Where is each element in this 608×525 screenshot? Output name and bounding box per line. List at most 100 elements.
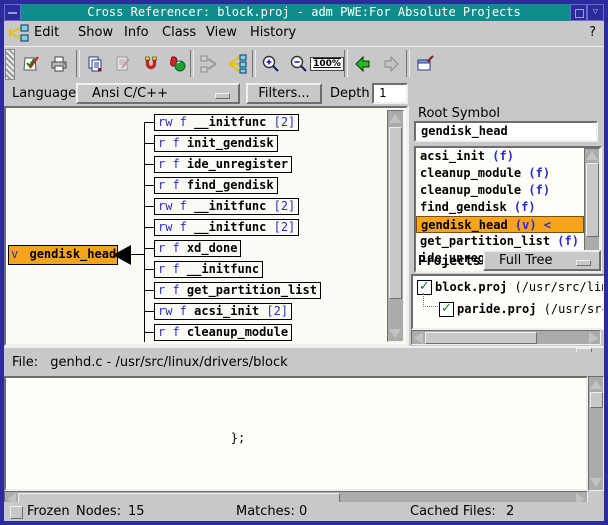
scroll-thumb[interactable] bbox=[590, 392, 603, 408]
scroll-up-icon[interactable] bbox=[590, 380, 602, 389]
scroll-right-icon[interactable] bbox=[589, 332, 598, 344]
history-back-button[interactable] bbox=[350, 51, 376, 77]
menu-help[interactable]: ? bbox=[589, 25, 596, 40]
expand-graph-button[interactable] bbox=[224, 51, 250, 77]
collapse-graph-button[interactable] bbox=[196, 51, 222, 77]
toolbar-separator bbox=[406, 50, 410, 77]
graph-edge bbox=[144, 311, 154, 312]
print-button[interactable] bbox=[46, 51, 72, 77]
graph-node[interactable]: r f init_gendisk bbox=[154, 135, 278, 152]
zoom-100-button[interactable]: 100% bbox=[314, 51, 340, 77]
edit-document-icon bbox=[113, 54, 133, 74]
root-symbol-field[interactable]: gendisk_head bbox=[414, 121, 598, 142]
menu-info[interactable]: Info bbox=[124, 25, 149, 40]
scroll-thumb[interactable] bbox=[586, 163, 599, 237]
graph-node[interactable]: r f find_gendisk bbox=[154, 177, 278, 194]
shade-icon: ▽ bbox=[588, 6, 603, 19]
history-forward-button[interactable] bbox=[378, 51, 404, 77]
filters-button[interactable]: Filters... bbox=[246, 83, 322, 104]
scroll-left-icon[interactable] bbox=[414, 332, 423, 344]
cached-files-value: 2 bbox=[506, 504, 514, 519]
toolbar-separator bbox=[76, 50, 80, 77]
scroll-up-icon[interactable] bbox=[389, 114, 401, 123]
project-item[interactable]: paride.proj (/usr/src bbox=[457, 302, 605, 316]
scroll-thumb[interactable] bbox=[425, 332, 537, 344]
edit-document-button[interactable] bbox=[110, 51, 136, 77]
maximize-button[interactable] bbox=[570, 4, 587, 21]
toolbar-grip[interactable] bbox=[5, 49, 15, 80]
scroll-up-icon[interactable] bbox=[586, 151, 598, 160]
symbol-list-item[interactable]: acsi_init (f) bbox=[416, 148, 584, 165]
graph-vscrollbar[interactable] bbox=[387, 110, 404, 342]
projects-mode-value: Full Tree bbox=[499, 253, 552, 268]
symbol-list-item[interactable]: cleanup_module (f) bbox=[416, 182, 584, 199]
properties-button[interactable] bbox=[412, 51, 438, 77]
symbol-list-item-selected[interactable]: gendisk_head (v) < bbox=[416, 216, 584, 233]
projects-tree: ✓ block.proj (/usr/src/lin ✓ paride.proj… bbox=[411, 274, 605, 330]
zoom-in-icon bbox=[261, 54, 281, 74]
title-bar[interactable]: Cross Referencer: block.proj - adm PWE:F… bbox=[4, 4, 604, 21]
copy-button[interactable] bbox=[82, 51, 108, 77]
menu-show[interactable]: Show bbox=[78, 25, 113, 40]
root-symbol-label: Root Symbol bbox=[418, 106, 500, 121]
frozen-checkbox[interactable] bbox=[10, 506, 23, 519]
code-view-border: }; struct gendisk *gendisk_head = NULL; … bbox=[4, 376, 588, 491]
scroll-down-icon[interactable] bbox=[590, 478, 602, 487]
graph-edge bbox=[144, 143, 154, 144]
graph-node[interactable]: r f __initfunc bbox=[154, 261, 263, 278]
graph-edge bbox=[144, 122, 145, 342]
project-item[interactable]: block.proj (/usr/src/lin bbox=[435, 280, 605, 294]
graph-edge bbox=[144, 290, 154, 291]
graph-node[interactable]: rw f __initfunc [2] bbox=[154, 114, 299, 131]
symbol-list-item[interactable]: cleanup_module (f) bbox=[416, 165, 584, 182]
zoom-in-button[interactable] bbox=[258, 51, 284, 77]
annotate-button[interactable] bbox=[18, 51, 44, 77]
scroll-thumb[interactable] bbox=[389, 127, 402, 299]
projects-mode-dropdown[interactable]: Full Tree bbox=[483, 250, 601, 271]
shade-button[interactable]: ▽ bbox=[587, 4, 604, 21]
window-menu-button[interactable] bbox=[4, 4, 21, 21]
magnet-button[interactable] bbox=[138, 51, 164, 77]
options-row: Language Ansi C/C++ Filters... Depth 1 bbox=[4, 80, 604, 106]
graph-edge bbox=[144, 206, 154, 207]
zoom-out-icon bbox=[289, 54, 309, 74]
graph-edge bbox=[144, 227, 154, 228]
projects-hscrollbar[interactable] bbox=[411, 330, 601, 345]
language-dropdown[interactable]: Ansi C/C++ bbox=[76, 83, 240, 104]
annotate-icon bbox=[21, 54, 41, 74]
menu-history[interactable]: History bbox=[250, 25, 296, 40]
graph-canvas[interactable]: rw f __initfunc [2] r f init_gendisk r f… bbox=[8, 110, 387, 342]
status-bar: Frozen Nodes: 15 Matches: 0 Cached Files… bbox=[4, 502, 604, 521]
zoom-out-button[interactable] bbox=[286, 51, 312, 77]
reference-graph-pane: rw f __initfunc [2] r f init_gendisk r f… bbox=[4, 106, 408, 346]
scroll-down-icon[interactable] bbox=[389, 329, 401, 338]
menu-class[interactable]: Class bbox=[162, 25, 196, 40]
code-view[interactable]: }; struct gendisk *gendisk_head = NULL; … bbox=[6, 378, 586, 489]
graph-node[interactable]: r f xd_done bbox=[154, 240, 241, 257]
project-checkbox-checked[interactable]: ✓ bbox=[439, 302, 454, 317]
graph-edge-root bbox=[130, 254, 144, 255]
depth-field[interactable]: 1 bbox=[372, 83, 408, 104]
graph-node[interactable]: rw f __initfunc [2] bbox=[154, 219, 299, 236]
graph-edge bbox=[144, 248, 154, 249]
symbol-list-item[interactable]: get_partition_list (f) bbox=[416, 233, 584, 250]
menu-view[interactable]: View bbox=[206, 25, 237, 40]
graph-node[interactable]: rw f acsi_init [2] bbox=[154, 303, 292, 320]
printer-icon bbox=[49, 54, 69, 74]
code-vscrollbar[interactable] bbox=[588, 376, 604, 491]
matches-label: Matches: bbox=[236, 504, 295, 519]
graph-node[interactable]: r f ide_unregister bbox=[154, 156, 292, 173]
copy-icon bbox=[85, 54, 105, 74]
symbol-list-item[interactable]: find_gendisk (f) bbox=[416, 199, 584, 216]
color-ball-icon bbox=[167, 54, 187, 74]
graph-root-node[interactable]: v gendisk_head bbox=[8, 245, 118, 265]
refresh-colors-button[interactable] bbox=[164, 51, 190, 77]
graph-node[interactable]: r f cleanup_module bbox=[154, 324, 292, 341]
tree-connector bbox=[423, 293, 438, 307]
graph-node[interactable]: r f get_partition_list bbox=[154, 282, 321, 299]
menu-edit[interactable]: Edit bbox=[34, 25, 59, 40]
graph-node[interactable]: rw f __initfunc [2] bbox=[154, 198, 299, 215]
toolbar-separator bbox=[252, 50, 256, 77]
filters-label: Filters... bbox=[258, 86, 309, 101]
language-value: Ansi C/C++ bbox=[92, 86, 168, 101]
